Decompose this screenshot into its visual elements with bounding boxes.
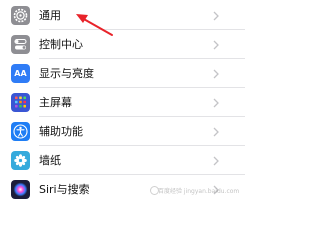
- home-screen-icon: [11, 93, 30, 112]
- watermark: 百度经验 jingyan.baidu.com: [158, 188, 240, 195]
- display-aa-icon: AA: [11, 64, 30, 83]
- settings-row-label: 主屏幕: [39, 96, 72, 109]
- settings-row-label: 通用: [39, 9, 61, 22]
- gear-icon: [11, 6, 30, 25]
- settings-row-general[interactable]: 通用: [0, 1, 245, 30]
- settings-row-wallpaper[interactable]: 墙纸: [0, 146, 245, 175]
- chevron-right-icon: [213, 98, 219, 108]
- settings-row-display-brightness[interactable]: AA 显示与亮度: [0, 59, 245, 88]
- settings-row-control-center[interactable]: 控制中心: [0, 30, 245, 59]
- settings-row-label: 墙纸: [39, 154, 61, 167]
- chevron-right-icon: [213, 11, 219, 21]
- chevron-right-icon: [213, 69, 219, 79]
- control-center-icon: [11, 35, 30, 54]
- accessibility-icon: [11, 122, 30, 141]
- display-aa-glyph: AA: [14, 69, 27, 78]
- siri-icon: [11, 180, 30, 199]
- chevron-right-icon: [213, 156, 219, 166]
- settings-row-label: 显示与亮度: [39, 67, 94, 80]
- settings-row-label: 控制中心: [39, 38, 83, 51]
- chevron-right-icon: [213, 127, 219, 137]
- settings-row-home-screen[interactable]: 主屏幕: [0, 88, 245, 117]
- chevron-right-icon: [213, 40, 219, 50]
- settings-row-label: 辅助功能: [39, 125, 83, 138]
- settings-row-label: Siri与搜索: [39, 183, 90, 196]
- wallpaper-icon: [11, 151, 30, 170]
- settings-row-accessibility[interactable]: 辅助功能: [0, 117, 245, 146]
